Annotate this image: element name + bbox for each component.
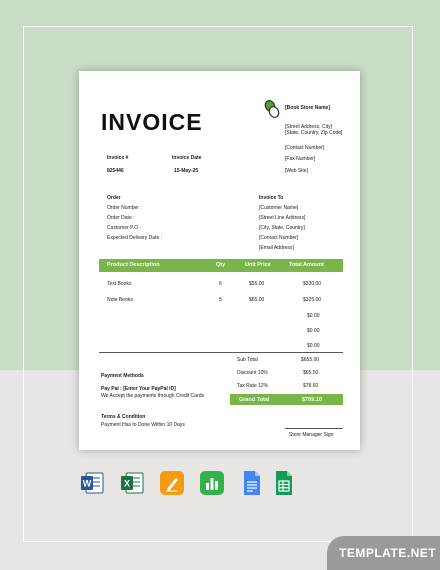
signature-line xyxy=(285,428,343,429)
column-header-description: Product Description xyxy=(107,262,160,268)
invoice-number: 825446 xyxy=(107,168,124,174)
invoice-title: INVOICE xyxy=(101,109,203,135)
order-field: Customer P.O : xyxy=(107,225,141,231)
excel-icon-letter: X xyxy=(124,479,130,489)
grand-total-label: Grand Total xyxy=(239,397,270,403)
google-docs-icon[interactable] xyxy=(239,470,265,496)
grand-total-bar: Grand Total $799.10 xyxy=(230,394,343,405)
row-description: Text Books xyxy=(107,281,132,287)
invoice-to-line: [City, State, Country] xyxy=(259,225,305,231)
store-state: [State, Country, Zip Code] xyxy=(285,130,343,136)
subtotal-value: $655.00 xyxy=(301,357,320,363)
subtotal-label: Sub Total xyxy=(237,357,258,363)
invoice-to-heading: Invoice To xyxy=(259,195,284,201)
grand-total-value: $799.10 xyxy=(302,397,322,403)
discount-value: $65.50 xyxy=(303,370,319,376)
tax-label: Tax Rate 12% xyxy=(237,383,269,389)
word-icon-letter: W xyxy=(83,479,92,489)
row-qty: 5 xyxy=(219,297,222,303)
store-name: [Book Store Name] xyxy=(285,105,331,111)
row-qty: 6 xyxy=(219,281,222,287)
row-total: $330.00 xyxy=(303,281,322,287)
order-field: Order Number : xyxy=(107,205,142,211)
invoice-to-line: [Email Address] xyxy=(259,245,294,251)
row-total: $0.00 xyxy=(307,313,320,319)
brand-text: TEMPLATE.NET xyxy=(339,546,437,560)
row-unit-price: $65.00 xyxy=(249,297,265,303)
invoice-to-line: [Street Line Address] xyxy=(259,215,306,221)
order-field: Expected Delivery Date : xyxy=(107,235,163,241)
pages-icon[interactable] xyxy=(159,470,185,496)
column-header-total: Total Amount xyxy=(289,262,324,268)
invoice-number-label: Invoice # xyxy=(107,155,129,161)
row-description: Note Books xyxy=(107,297,133,303)
credit-line: We Accept the payments through Credit Ca… xyxy=(101,393,205,399)
row-total: $0.00 xyxy=(307,343,320,349)
numbers-icon[interactable] xyxy=(199,470,225,496)
word-icon[interactable]: W xyxy=(79,470,105,496)
google-sheets-icon[interactable] xyxy=(271,470,297,496)
store-web: [Web Site] xyxy=(285,168,308,174)
paypal-line: Pay Pal : [Enter Your PayPal ID] xyxy=(101,386,176,392)
column-header-qty: Qty xyxy=(216,262,226,268)
tax-value: $78.60 xyxy=(303,383,319,389)
table-header: Product Description Qty Unit Price Total… xyxy=(99,259,343,272)
discount-label: Discount 10% xyxy=(237,370,268,376)
column-header-unit-price: Unit Price xyxy=(245,262,271,268)
row-total: $325.00 xyxy=(303,297,322,303)
row-unit-price: $55.00 xyxy=(249,281,265,287)
invoice-date-label: Invoice Date xyxy=(172,155,202,161)
order-heading: Order xyxy=(107,195,121,201)
store-fax: [Fax Number] xyxy=(285,156,316,162)
terms-heading: Terms & Condition xyxy=(101,414,146,420)
table-divider xyxy=(99,352,343,353)
signature-label: Store Manager Sign xyxy=(289,432,334,438)
store-contact: [Contact Number] xyxy=(285,145,325,151)
payment-heading: Payment Methods xyxy=(101,373,144,379)
invoice-page: INVOICE [Book Store Name] [Street Addres… xyxy=(79,71,360,450)
invoice-to-line: [Customer Name] xyxy=(259,205,299,211)
template-net-badge[interactable]: TEMPLATE.NET xyxy=(327,536,440,570)
order-field: Order Date : xyxy=(107,215,135,221)
terms-line: Payment Has to Done Within 10 Days xyxy=(101,422,185,428)
store-logo-icon xyxy=(264,100,280,118)
invoice-date: 15-May-25 xyxy=(174,168,199,174)
invoice-to-line: [Contact Number] xyxy=(259,235,299,241)
excel-icon[interactable]: X xyxy=(119,470,145,496)
row-total: $0.00 xyxy=(307,328,320,334)
